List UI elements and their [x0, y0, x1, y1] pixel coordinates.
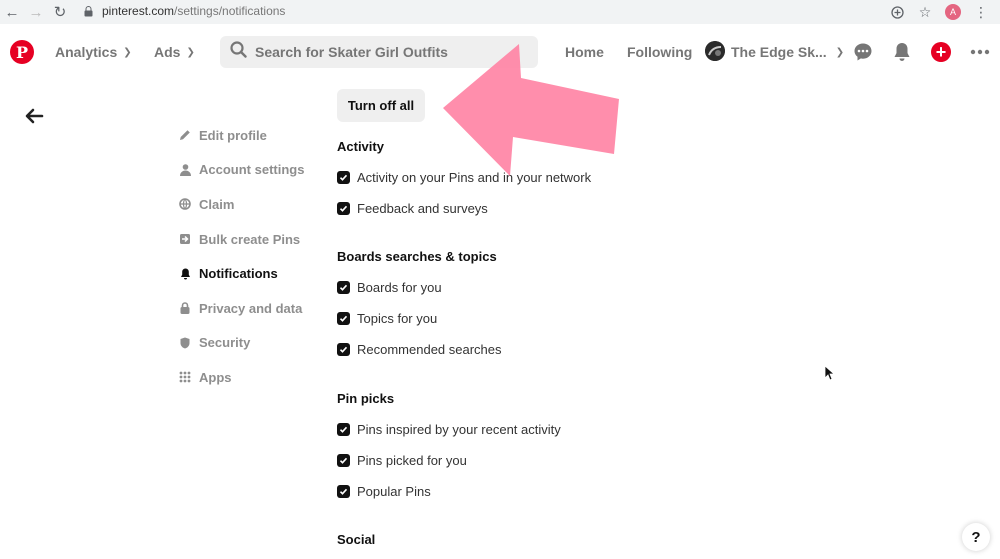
option-label: Pins picked for you — [357, 452, 467, 468]
option-recommended-searches[interactable]: Recommended searches — [337, 340, 502, 358]
grid-icon — [178, 371, 192, 383]
lock-icon — [178, 302, 192, 315]
person-icon — [178, 164, 192, 176]
analytics-label: Analytics — [55, 44, 118, 60]
sidebar-item-label: Notifications — [199, 266, 278, 282]
ads-menu[interactable]: Ads ❯ — [154, 24, 195, 80]
back-nav-icon[interactable]: ← — [0, 0, 24, 24]
browser-menu-icon[interactable]: ⋮ — [970, 1, 992, 23]
chevron-down-icon: ❯ — [123, 46, 132, 58]
checkbox-checked[interactable] — [337, 484, 350, 498]
sidebar-item-label: Account settings — [199, 162, 305, 178]
sidebar-item-edit-profile[interactable]: Edit profile — [178, 118, 328, 153]
sidebar-item-notifications[interactable]: Notifications — [178, 256, 328, 291]
address-bar[interactable]: pinterest.com/settings/notifications — [84, 0, 285, 22]
section-title-social: Social — [337, 532, 376, 547]
option-label: Boards for you — [357, 279, 442, 295]
add-site-icon[interactable] — [886, 1, 908, 23]
sidebar-item-label: Apps — [199, 369, 232, 385]
turn-off-all-button[interactable]: Turn off all — [337, 89, 425, 122]
sidebar-item-label: Privacy and data — [199, 300, 303, 316]
option-label: Recommended searches — [357, 341, 502, 357]
checkbox-checked[interactable] — [337, 342, 350, 356]
pinterest-logo-icon[interactable]: P — [10, 40, 34, 64]
sidebar-item-account-settings[interactable]: Account settings — [178, 153, 328, 188]
checkbox-checked[interactable] — [337, 311, 350, 325]
option-label: Topics for you — [357, 310, 438, 326]
section-title-activity: Activity — [337, 139, 384, 154]
option-pins-picked-for-you[interactable]: Pins picked for you — [337, 451, 467, 469]
account-name: The Edge Sk... — [731, 44, 827, 60]
mouse-cursor-icon — [824, 365, 834, 381]
profile-avatar[interactable]: A — [942, 1, 964, 23]
checkbox-checked[interactable] — [337, 453, 350, 467]
bell-icon — [178, 268, 192, 280]
following-link[interactable]: Following — [627, 24, 692, 80]
account-switcher[interactable]: The Edge Sk... ❯ — [731, 24, 844, 80]
chevron-down-icon: ❯ — [835, 46, 845, 58]
option-pins-inspired[interactable]: Pins inspired by your recent activity — [337, 420, 561, 438]
option-boards-for-you[interactable]: Boards for you — [337, 278, 442, 296]
sidebar-item-security[interactable]: Security — [178, 326, 328, 361]
globe-icon — [178, 198, 192, 211]
url-path: /settings/notifications — [174, 4, 286, 18]
section-title-boards-searches-topics: Boards searches & topics — [337, 249, 497, 264]
pink-annotation-arrow-icon — [443, 44, 619, 176]
account-avatar[interactable] — [705, 41, 725, 61]
reload-icon[interactable]: ↻ — [48, 0, 72, 24]
lock-icon — [84, 5, 98, 17]
profile-initial: A — [945, 4, 961, 20]
option-feedback-and-surveys[interactable]: Feedback and surveys — [337, 199, 488, 217]
checkbox-checked[interactable] — [337, 170, 350, 184]
sidebar-item-bulk-create-pins[interactable]: Bulk create Pins — [178, 222, 328, 257]
shield-icon — [178, 337, 192, 349]
option-label: Popular Pins — [357, 483, 431, 499]
add-icon[interactable]: + — [931, 42, 951, 62]
bookmark-star-icon[interactable]: ☆ — [914, 1, 936, 23]
settings-sidebar: Edit profile Account settings Claim Bulk… — [178, 118, 328, 395]
sidebar-item-label: Claim — [199, 196, 235, 212]
forward-nav-icon[interactable]: → — [24, 0, 48, 24]
option-popular-pins[interactable]: Popular Pins — [337, 482, 431, 500]
sidebar-item-label: Security — [199, 335, 251, 351]
messages-icon[interactable] — [851, 40, 875, 64]
search-icon — [230, 41, 247, 63]
checkbox-checked[interactable] — [337, 422, 350, 436]
back-arrow-icon[interactable] — [22, 106, 46, 126]
bell-icon[interactable] — [890, 40, 914, 64]
help-button[interactable]: ? — [962, 523, 990, 551]
import-icon — [178, 233, 192, 245]
ads-label: Ads — [154, 44, 181, 60]
analytics-menu[interactable]: Analytics ❯ — [55, 24, 132, 80]
option-topics-for-you[interactable]: Topics for you — [337, 309, 437, 327]
sidebar-item-apps[interactable]: Apps — [178, 360, 328, 395]
sidebar-item-claim[interactable]: Claim — [178, 187, 328, 222]
pencil-icon — [178, 129, 192, 141]
sidebar-item-label: Edit profile — [199, 127, 267, 143]
section-title-pin-picks: Pin picks — [337, 391, 395, 406]
sidebar-item-privacy-and-data[interactable]: Privacy and data — [178, 291, 328, 326]
option-label: Pins inspired by your recent activity — [357, 421, 561, 437]
checkbox-checked[interactable] — [337, 201, 350, 215]
chevron-down-icon: ❯ — [186, 46, 195, 58]
sidebar-item-label: Bulk create Pins — [199, 231, 301, 247]
browser-actions: ☆ A ⋮ — [886, 0, 1000, 24]
more-options-icon[interactable] — [968, 40, 992, 64]
option-label: Feedback and surveys — [357, 200, 488, 216]
checkbox-checked[interactable] — [337, 280, 350, 294]
url-host: pinterest.com — [102, 4, 175, 18]
